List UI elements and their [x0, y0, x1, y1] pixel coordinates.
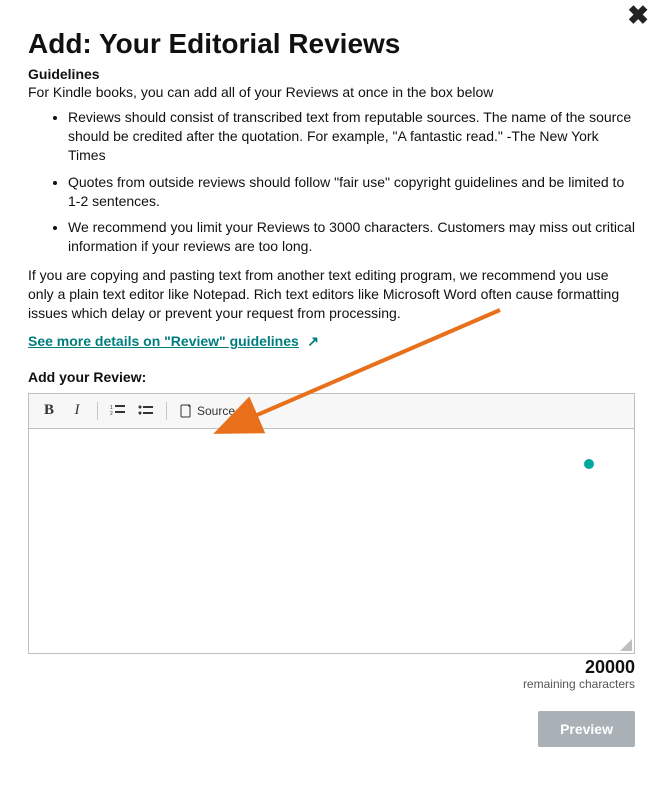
- bullet-list-button[interactable]: [134, 400, 158, 422]
- svg-text:2: 2: [110, 411, 113, 417]
- numbered-list-button[interactable]: 1 2: [106, 400, 130, 422]
- details-link[interactable]: See more details on "Review" guidelines: [28, 333, 299, 349]
- numbered-list-icon: 1 2: [110, 404, 126, 418]
- copy-paste-note: If you are copying and pasting text from…: [28, 266, 635, 323]
- bullet-list-icon: [138, 404, 154, 418]
- source-label: Source: [197, 404, 235, 418]
- list-item: Reviews should consist of transcribed te…: [68, 108, 635, 165]
- cursor-dot-icon: [584, 459, 594, 469]
- external-link-icon: ↗: [307, 333, 319, 349]
- editor-toolbar: B I 1 2 Source: [29, 394, 634, 429]
- guidelines-list: Reviews should consist of transcribed te…: [28, 108, 635, 256]
- review-editor: B I 1 2 Source: [28, 393, 635, 654]
- close-icon[interactable]: ✖: [627, 2, 649, 28]
- italic-button[interactable]: I: [65, 400, 89, 422]
- source-icon: [179, 404, 193, 418]
- toolbar-separator: [97, 402, 98, 420]
- modal-title: Add: Your Editorial Reviews: [28, 28, 635, 60]
- character-counter: 20000 remaining characters: [28, 658, 635, 691]
- source-button[interactable]: Source: [175, 402, 239, 420]
- char-count-value: 20000: [28, 658, 635, 678]
- list-item: Quotes from outside reviews should follo…: [68, 173, 635, 211]
- char-count-label: remaining characters: [28, 678, 635, 691]
- review-textarea[interactable]: [29, 429, 634, 653]
- toolbar-separator: [166, 402, 167, 420]
- intro-text: For Kindle books, you can add all of you…: [28, 84, 635, 100]
- add-review-label: Add your Review:: [28, 369, 635, 385]
- preview-button[interactable]: Preview: [538, 711, 635, 747]
- list-item: We recommend you limit your Reviews to 3…: [68, 218, 635, 256]
- resize-handle-icon[interactable]: [620, 639, 632, 651]
- guidelines-heading: Guidelines: [28, 66, 635, 82]
- bold-button[interactable]: B: [37, 400, 61, 422]
